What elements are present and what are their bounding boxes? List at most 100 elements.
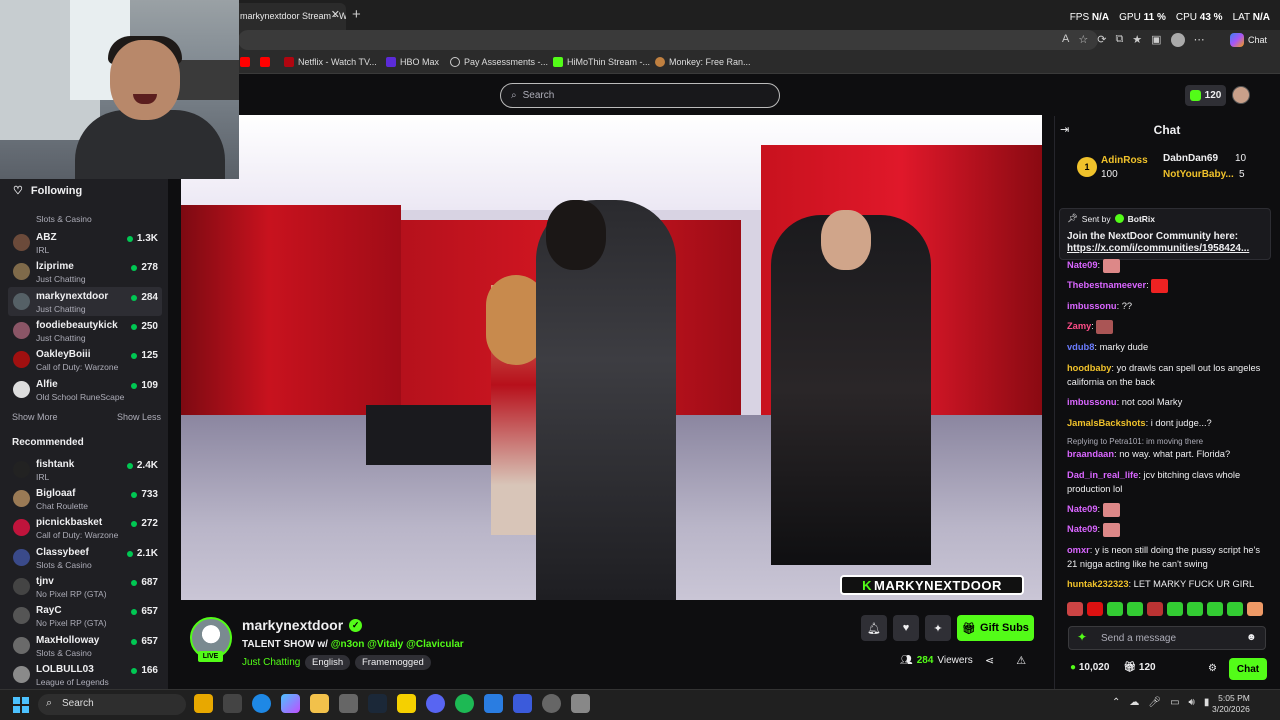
sidebar-channel-active[interactable]: markynextdoor Just Chatting 284 <box>8 287 162 316</box>
favorite-icon[interactable]: ☆ <box>1078 33 1088 47</box>
edge-icon[interactable] <box>252 694 271 713</box>
windows-start-icon[interactable] <box>13 697 29 713</box>
obs-icon[interactable] <box>542 694 561 713</box>
chat-message: huntak232323: LET MARKY FUCK UR GIRL <box>1067 579 1255 589</box>
favorites-icon[interactable]: ★ <box>1132 33 1142 47</box>
follow-button[interactable]: ♥ <box>893 615 919 641</box>
bookmark-monkey[interactable]: Monkey: Free Ran... <box>655 57 751 67</box>
share-icon[interactable]: ⋖ <box>985 654 994 667</box>
chevron-up-icon[interactable]: ⌃ <box>1112 697 1120 708</box>
task-view-icon[interactable] <box>223 694 242 713</box>
user-avatar[interactable] <box>1232 86 1250 104</box>
emote[interactable] <box>1107 602 1123 616</box>
gear-icon[interactable]: ⚙ <box>1208 663 1217 674</box>
clip-button[interactable]: ✦ <box>925 615 951 641</box>
sidebar-channel[interactable]: ABZ IRL 1.3K <box>8 228 162 257</box>
sticky-notes-icon[interactable] <box>397 694 416 713</box>
emote[interactable] <box>1247 602 1263 616</box>
close-icon[interactable]: ✕ <box>331 8 340 21</box>
sparkle-icon[interactable]: ✦ <box>1077 630 1087 644</box>
cloud-icon[interactable]: ☁ <box>1129 697 1139 708</box>
leader-name[interactable]: DabnDan69 <box>1163 153 1218 164</box>
app-icon[interactable] <box>571 694 590 713</box>
emote[interactable] <box>1167 602 1183 616</box>
sidebar-channel[interactable]: Bigloaaf Chat Roulette 733 <box>8 484 162 513</box>
copilot-icon[interactable] <box>281 694 300 713</box>
bookmark-pay[interactable]: Pay Assessments -... <box>450 57 548 67</box>
file-explorer-icon[interactable] <box>310 694 329 713</box>
show-more-link[interactable]: Show More <box>12 412 58 422</box>
sidebar-channel[interactable]: Alfie Old School RuneScape 109 <box>8 375 162 404</box>
leader-name[interactable]: AdinRoss <box>1101 155 1148 166</box>
emote[interactable] <box>1067 602 1083 616</box>
channel-name[interactable]: markynextdoor ✓ <box>242 617 363 633</box>
youtube-icon[interactable] <box>260 57 270 67</box>
sidebar-channel[interactable]: OakleyBoiii Call of Duty: Warzone 125 <box>8 345 162 374</box>
title-mentions[interactable]: @n3on @Vitaly @Clavicular <box>331 639 464 650</box>
sidebar-channel[interactable]: RayC No Pixel RP (GTA) 657 <box>8 601 162 630</box>
bookmark-himothin[interactable]: HiMoThin Stream -... <box>553 57 650 67</box>
taskbar-clock[interactable]: 5:05 PM 3/20/2026 <box>1212 693 1250 715</box>
collections-icon[interactable]: ▣ <box>1151 33 1161 47</box>
sidebar-channel-partial[interactable]: Slots & Casino <box>8 208 162 226</box>
youtube-icon[interactable] <box>240 57 250 67</box>
search-input[interactable]: ⌕ Search <box>500 83 780 108</box>
new-tab-icon[interactable]: + <box>352 6 361 23</box>
leader-amount: 100 <box>1101 169 1118 180</box>
app-icon[interactable] <box>513 694 532 713</box>
show-less-link[interactable]: Show Less <box>117 412 161 422</box>
spotify-icon[interactable] <box>455 694 474 713</box>
notification-bell-button[interactable]: 🔔︎ <box>861 615 887 641</box>
battery-icon[interactable]: ▮ <box>1204 697 1210 708</box>
emote[interactable] <box>1087 602 1103 616</box>
mic-icon[interactable]: 🎤︎ <box>1148 697 1161 708</box>
chat-message-input[interactable]: Send a message <box>1068 626 1266 650</box>
pinned-message[interactable]: 📌︎ Sent by BotRix Join the NextDoor Commun… <box>1059 208 1271 260</box>
subs-count[interactable]: 🎁︎ 120 <box>1123 662 1155 673</box>
pinned-link[interactable]: https://x.com/i/communities/1958424... <box>1067 243 1263 254</box>
report-icon[interactable]: ⚠ <box>1016 654 1026 667</box>
live-dot <box>131 352 138 359</box>
sidebar-channel[interactable]: picnickbasket Call of Duty: Warzone 272 <box>8 513 162 542</box>
sidebar-channel[interactable]: LOLBULL03 League of Legends 166 <box>8 660 162 689</box>
copilot-button[interactable]: Chat <box>1230 33 1267 47</box>
emote[interactable] <box>1187 602 1203 616</box>
tag-language[interactable]: English <box>305 655 351 670</box>
leader-name[interactable]: NotYourBaby... <box>1163 169 1234 180</box>
emote[interactable] <box>1147 602 1163 616</box>
sidebar-channel[interactable]: fishtank IRL 2.4K <box>8 455 162 484</box>
bookmark-netflix[interactable]: Netflix - Watch TV... <box>284 57 377 67</box>
address-bar[interactable] <box>238 30 1098 50</box>
sidebar-channel[interactable]: MaxHolloway Slots & Casino 657 <box>8 631 162 660</box>
profile-icon[interactable] <box>1170 33 1185 47</box>
network-icon[interactable]: ▭ <box>1170 697 1179 708</box>
extensions-icon[interactable]: ⧉ <box>1115 33 1123 47</box>
discord-icon[interactable] <box>426 694 445 713</box>
more-icon[interactable]: ⋯ <box>1194 33 1205 47</box>
video-player[interactable] <box>181 115 1042 600</box>
sidebar-channel[interactable]: tjnv No Pixel RP (GTA) 687 <box>8 572 162 601</box>
emoji-icon[interactable]: ☻ <box>1246 632 1257 643</box>
sidebar-channel[interactable]: lziprime Just Chatting 278 <box>8 257 162 286</box>
app-icon[interactable] <box>484 694 503 713</box>
app-icon[interactable] <box>194 694 213 713</box>
sidebar-channel[interactable]: foodiebeautykick Just Chatting 250 <box>8 316 162 345</box>
taskbar-search[interactable]: ⌕ Search <box>38 694 186 715</box>
send-chat-button[interactable]: Chat <box>1229 658 1267 680</box>
store-icon[interactable] <box>339 694 358 713</box>
volume-icon[interactable]: 🔊︎ <box>1189 697 1195 708</box>
points-count[interactable]: ● 10,020 <box>1070 662 1109 673</box>
browser-tab[interactable]: markynextdoor Stream - Watch✕ <box>232 3 346 30</box>
emote[interactable] <box>1127 602 1143 616</box>
gift-subs-button[interactable]: 🎁︎ Gift Subs <box>957 615 1034 641</box>
steam-icon[interactable] <box>368 694 387 713</box>
points-badge[interactable]: 120 <box>1185 85 1226 106</box>
bookmark-hbo[interactable]: HBO Max <box>386 57 439 67</box>
tag-custom[interactable]: Framemogged <box>355 655 431 670</box>
refresh-icon[interactable]: ⟳ <box>1097 33 1106 47</box>
emote[interactable] <box>1227 602 1243 616</box>
category-link[interactable]: Just Chatting <box>242 657 300 668</box>
sidebar-channel[interactable]: Classybeef Slots & Casino 2.1K <box>8 543 162 572</box>
emote[interactable] <box>1207 602 1223 616</box>
read-aloud-icon[interactable]: A <box>1062 33 1069 47</box>
